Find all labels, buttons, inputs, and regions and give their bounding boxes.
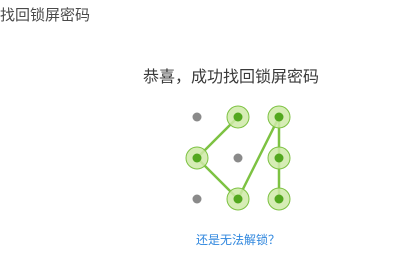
- pattern-node-inactive: [192, 112, 202, 122]
- pattern-node-active: [226, 105, 250, 129]
- page-title: 找回锁屏密码: [0, 6, 91, 24]
- still-cannot-unlock-link[interactable]: 还是无法解锁？: [196, 232, 280, 248]
- pattern-dot: [192, 112, 202, 122]
- pattern-node-active: [267, 146, 291, 170]
- pattern-dot: [192, 194, 202, 204]
- pattern-node-active: [185, 146, 209, 170]
- pattern-line-segment: [195, 156, 240, 201]
- pattern-node-active: [267, 105, 291, 129]
- pattern-line-segment: [195, 115, 240, 160]
- pattern-node-inactive: [192, 194, 202, 204]
- pattern-dots: [185, 105, 291, 211]
- pattern-node-center: [274, 194, 284, 204]
- pattern-node-center: [274, 112, 284, 122]
- pattern-node-ring: [267, 146, 291, 170]
- pattern-node-ring: [185, 146, 209, 170]
- pattern-line-segment: [236, 115, 281, 201]
- pattern-node-inactive: [233, 153, 243, 163]
- pattern-lines: [195, 115, 281, 201]
- pattern-node-active: [267, 187, 291, 211]
- pattern-node-center: [274, 153, 284, 163]
- pattern-node-ring: [267, 105, 291, 129]
- pattern-node-ring: [267, 187, 291, 211]
- pattern-node-ring: [226, 105, 250, 129]
- pattern-node-center: [192, 153, 202, 163]
- pattern-node-ring: [226, 187, 250, 211]
- success-message: 恭喜，成功找回锁屏密码: [143, 67, 320, 86]
- pattern-node-center: [233, 194, 243, 204]
- pattern-node-center: [233, 112, 243, 122]
- pattern-dot: [233, 153, 243, 163]
- pattern-node-active: [226, 187, 250, 211]
